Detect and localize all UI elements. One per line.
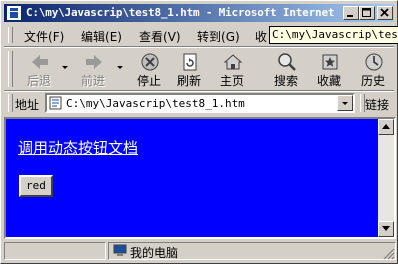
- status-zone-text: 我的电脑: [130, 246, 179, 260]
- menu-go[interactable]: 转到(G): [197, 28, 240, 45]
- menu-grip[interactable]: [8, 27, 13, 43]
- favorites-icon: [322, 54, 338, 70]
- toolbar: 后退 前进 停止 刷新 主页 搜索 收藏 历史: [4, 48, 394, 90]
- page-viewport: 调用动态按钮文档 red: [4, 117, 396, 239]
- minimize-button[interactable]: [343, 6, 359, 20]
- history-icon: [365, 53, 383, 71]
- refresh-button[interactable]: 刷新: [170, 50, 208, 88]
- history-button[interactable]: 历史: [354, 50, 392, 88]
- toolbar-grip[interactable]: [8, 51, 13, 87]
- close-icon: [380, 8, 389, 17]
- back-arrow-icon: [32, 55, 48, 69]
- menu-file[interactable]: 文件(F): [24, 28, 64, 45]
- stop-button[interactable]: 停止: [130, 50, 168, 88]
- scroll-up-button[interactable]: [378, 119, 394, 135]
- address-url: C:\my\Javascrip\test8_1.htm: [66, 97, 245, 110]
- dynamic-button-doc-link[interactable]: 调用动态按钮文档: [18, 137, 138, 158]
- back-dropdown-icon[interactable]: [62, 66, 68, 69]
- address-label: 地址: [15, 98, 40, 112]
- forward-button[interactable]: 前进: [74, 50, 112, 88]
- url-tooltip: C:\my\Javascrip\test8_1.htm: [269, 26, 398, 44]
- red-button[interactable]: red: [19, 175, 53, 197]
- minimize-icon: [347, 15, 353, 17]
- scroll-down-icon: [382, 226, 390, 231]
- vertical-scrollbar[interactable]: [378, 119, 394, 237]
- back-button[interactable]: 后退: [20, 50, 58, 88]
- search-button[interactable]: 搜索: [267, 50, 305, 88]
- menu-edit[interactable]: 编辑(E): [81, 28, 122, 45]
- maximize-icon: [362, 8, 371, 17]
- browser-window: C:\my\Javascrip\test8_1.htm - Microsoft …: [0, 0, 398, 264]
- stop-icon: [141, 53, 159, 71]
- links-button[interactable]: 链接: [365, 96, 389, 113]
- address-input[interactable]: C:\my\Javascrip\test8_1.htm: [45, 93, 355, 113]
- favorites-button[interactable]: 收藏: [310, 50, 348, 88]
- menu-view[interactable]: 查看(V): [139, 28, 181, 45]
- address-grip[interactable]: [8, 94, 13, 112]
- close-button[interactable]: [377, 6, 393, 20]
- status-bar: 我的电脑: [4, 241, 396, 261]
- scroll-up-icon: [382, 124, 390, 129]
- forward-dropdown-icon[interactable]: [117, 66, 123, 69]
- status-pane-main: [4, 242, 106, 260]
- address-dropdown-button[interactable]: [337, 95, 353, 111]
- scroll-down-button[interactable]: [378, 221, 394, 237]
- refresh-icon: [183, 53, 197, 71]
- maximize-button[interactable]: [359, 6, 375, 20]
- ie-icon: [7, 6, 21, 20]
- home-icon: [223, 54, 243, 70]
- forward-arrow-icon: [86, 55, 102, 69]
- page-icon: [49, 96, 62, 110]
- search-icon: [278, 53, 296, 71]
- page-content: 调用动态按钮文档 red: [6, 119, 378, 237]
- resize-grip-icon[interactable]: [383, 248, 395, 260]
- my-computer-icon: [113, 244, 127, 256]
- address-bar: 地址 C:\my\Javascrip\test8_1.htm 链接: [4, 92, 394, 114]
- home-button[interactable]: 主页: [213, 50, 251, 88]
- menu-favorites[interactable]: 收: [255, 28, 267, 45]
- title-bar[interactable]: C:\my\Javascrip\test8_1.htm - Microsoft …: [4, 4, 394, 22]
- window-title: C:\my\Javascrip\test8_1.htm - Microsoft …: [26, 6, 360, 19]
